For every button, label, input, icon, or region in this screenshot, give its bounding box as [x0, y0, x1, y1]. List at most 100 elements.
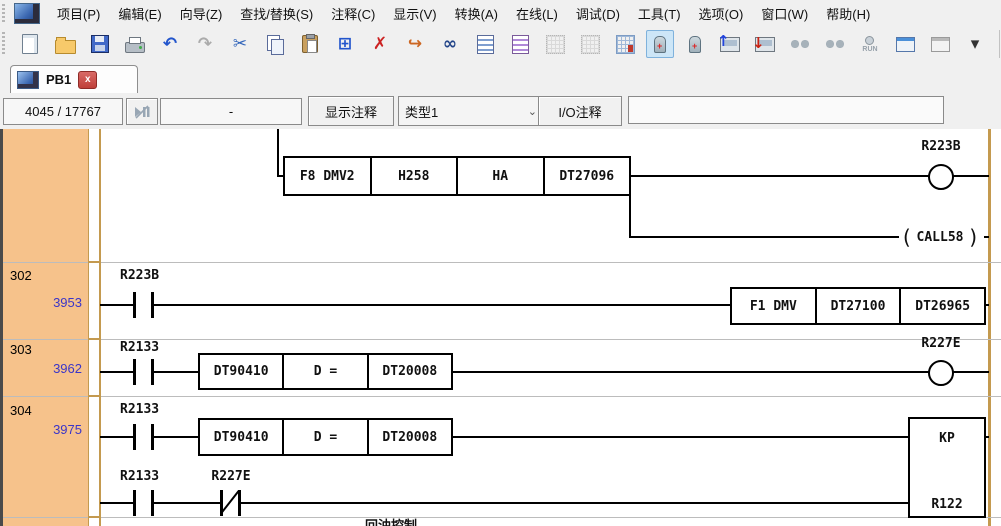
- contact-no-r2133[interactable]: [133, 359, 136, 385]
- document-tab-bar: PB1 x: [0, 62, 1001, 94]
- nc-slash: [221, 490, 240, 513]
- next-rung-comment: 回油控制: [365, 520, 417, 526]
- rung-number: 303: [10, 342, 32, 357]
- monitor-glasses-1-glyph: [790, 39, 810, 49]
- rail-tick: [88, 516, 101, 518]
- status-window-2-icon[interactable]: [926, 30, 954, 58]
- ladder-diagram-area[interactable]: F8 DMV2 H258 HA DT27096 R223B ( CALL58 )…: [0, 129, 1001, 526]
- block-cell: F1 DMV: [732, 289, 815, 323]
- menu-item-2[interactable]: 向导(Z): [171, 1, 232, 26]
- toolbar-grip-icon[interactable]: [2, 32, 5, 56]
- wire: [629, 236, 899, 238]
- copy-icon[interactable]: [261, 30, 289, 58]
- row-separator: [3, 262, 1001, 263]
- menu-item-10[interactable]: 选项(O): [690, 1, 753, 26]
- io-comment-input[interactable]: [628, 96, 944, 124]
- block-cell: DT27096: [543, 158, 630, 194]
- output-coil-r227e[interactable]: [928, 360, 954, 386]
- compare-block[interactable]: DT90410 D = DT20008: [198, 353, 453, 390]
- new-file-icon[interactable]: [16, 30, 44, 58]
- menu-item-0[interactable]: 项目(P): [48, 1, 109, 26]
- status-window-2-glyph: [931, 37, 950, 52]
- program-block-icon: [17, 71, 39, 89]
- gutter-row-next: [3, 518, 88, 526]
- monitor-glasses-2-icon[interactable]: [821, 30, 849, 58]
- redo-glyph: ↷: [198, 36, 212, 53]
- convert-doc-icon[interactable]: [471, 30, 499, 58]
- insert-row-icon[interactable]: ⊞: [331, 30, 359, 58]
- grid-monitor-1-icon[interactable]: [541, 30, 569, 58]
- contact-no-r223b[interactable]: [133, 292, 136, 318]
- instruction-block-f8dmv2[interactable]: F8 DMV2 H258 HA DT27096: [283, 156, 631, 196]
- menu-item-7[interactable]: 在线(L): [507, 1, 567, 26]
- compare-block[interactable]: DT90410 D = DT20008: [198, 418, 453, 456]
- tab-pb1[interactable]: PB1 x: [10, 65, 138, 93]
- cut-icon[interactable]: ✂: [226, 30, 254, 58]
- menu-item-8[interactable]: 调试(D): [567, 1, 629, 26]
- redo-icon[interactable]: ↷: [191, 30, 219, 58]
- grid-find-glyph: [616, 35, 635, 54]
- tab-close-icon[interactable]: x: [78, 71, 97, 89]
- grid-monitor-2-glyph: [581, 35, 600, 54]
- rail-tick: [88, 261, 101, 263]
- show-comment-button[interactable]: 显示注释: [308, 96, 394, 126]
- contact-no-r2133[interactable]: [133, 424, 136, 450]
- save-icon[interactable]: [86, 30, 114, 58]
- output-coil-r223b[interactable]: [928, 164, 954, 190]
- block-cell: F8 DMV2: [285, 158, 370, 194]
- goto-jump-glyph: ↪: [408, 36, 422, 53]
- grid-monitor-2-icon[interactable]: [576, 30, 604, 58]
- row-separator: [3, 517, 1001, 518]
- run-mode-icon[interactable]: RUN: [856, 30, 884, 58]
- upload-pc-icon[interactable]: [716, 30, 744, 58]
- toolbar-icons: ↶ ↷ ✂ ⊞✗ ↪ ∞ RUN ▾: [16, 30, 989, 58]
- relay-monitor-icon[interactable]: [646, 30, 674, 58]
- menu-item-5[interactable]: 显示(V): [384, 1, 445, 26]
- io-comment-button[interactable]: I/O注释: [538, 96, 622, 126]
- wire: [984, 236, 989, 238]
- goto-jump-icon[interactable]: ↪: [401, 30, 429, 58]
- contact-label: R2133: [120, 403, 159, 417]
- toolbar-overflow-icon[interactable]: ▾: [961, 30, 989, 58]
- menu-item-11[interactable]: 窗口(W): [752, 1, 817, 26]
- ladder-option-band: 4045 / 17767 - 显示注释 类型1 ⌄ I/O注释: [0, 93, 1001, 131]
- find-icon[interactable]: ∞: [436, 30, 464, 58]
- monitor-glasses-1-icon[interactable]: [786, 30, 814, 58]
- block-cell: DT26965: [899, 289, 984, 323]
- undo-icon[interactable]: ↶: [156, 30, 184, 58]
- keep-relay-block[interactable]: KP R122: [908, 417, 986, 518]
- status-window-glyph: [896, 37, 915, 52]
- wire: [629, 175, 929, 177]
- menu-item-9[interactable]: 工具(T): [629, 1, 690, 26]
- wire: [453, 371, 929, 373]
- print-icon[interactable]: [121, 30, 149, 58]
- tab-title: PB1: [46, 72, 71, 87]
- paste-icon[interactable]: [296, 30, 324, 58]
- instruction-block-f1dmv[interactable]: F1 DMV DT27100 DT26965: [730, 287, 986, 325]
- cut-glyph: ✂: [233, 36, 247, 53]
- download-plc-icon[interactable]: [751, 30, 779, 58]
- comment-type-select[interactable]: 类型1 ⌄: [398, 96, 544, 126]
- monitor-glasses-2-glyph: [825, 39, 845, 49]
- comment-list-icon[interactable]: [506, 30, 534, 58]
- menu-item-1[interactable]: 编辑(E): [109, 1, 170, 26]
- monitor-run-stop-button[interactable]: [126, 98, 158, 125]
- wire: [154, 502, 221, 504]
- delete-row-icon[interactable]: ✗: [366, 30, 394, 58]
- status-window-icon[interactable]: [891, 30, 919, 58]
- contact-no-r2133[interactable]: [133, 490, 136, 516]
- rail-tick: [88, 395, 101, 397]
- toolbar-grip-icon[interactable]: [2, 4, 5, 22]
- open-file-icon[interactable]: [51, 30, 79, 58]
- grid-find-icon[interactable]: [611, 30, 639, 58]
- contact-label: R223B: [120, 269, 159, 283]
- rung-number: 304: [10, 403, 32, 418]
- convert-doc-glyph: [477, 35, 494, 54]
- menu-item-4[interactable]: 注释(C): [322, 1, 384, 26]
- relay-force-icon[interactable]: [681, 30, 709, 58]
- menu-item-6[interactable]: 转换(A): [446, 1, 507, 26]
- menu-item-3[interactable]: 查找/替换(S): [231, 1, 322, 26]
- wire: [154, 436, 200, 438]
- menu-item-12[interactable]: 帮助(H): [817, 1, 879, 26]
- call-instruction[interactable]: ( CALL58 ): [894, 225, 986, 249]
